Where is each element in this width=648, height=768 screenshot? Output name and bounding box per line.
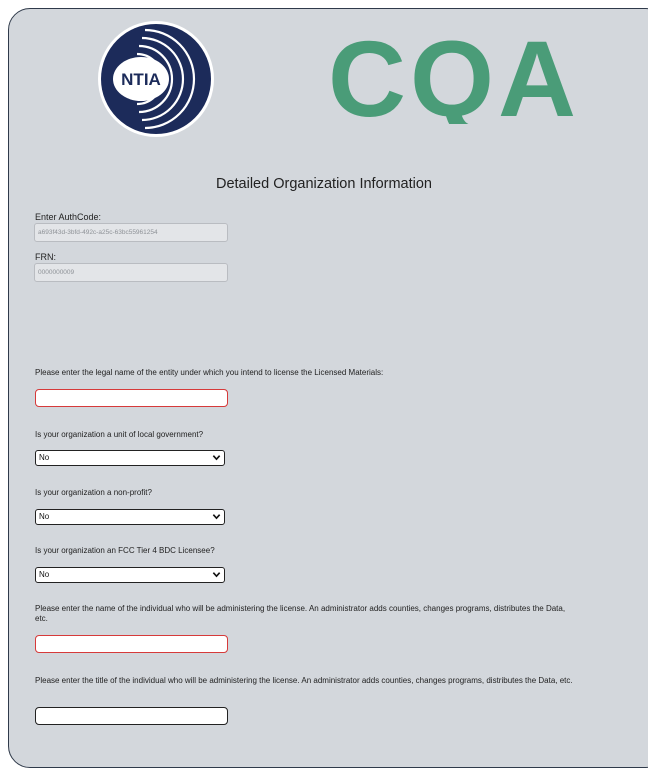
fcc-tier4-select[interactable]: No <box>35 567 225 583</box>
authcode-field[interactable]: a693f43d-3bfd-492c-a25c-63bc55961254 <box>34 223 228 242</box>
authcode-label: Enter AuthCode: <box>35 212 102 222</box>
svg-text:NTIA: NTIA <box>121 70 161 89</box>
page-title: Detailed Organization Information <box>215 176 432 192</box>
ntia-logo: NTIA <box>98 21 214 137</box>
fcc-tier4-value: No <box>39 570 50 579</box>
admin-name-input[interactable] <box>35 635 228 653</box>
chevron-down-icon <box>212 514 221 520</box>
local-gov-select[interactable]: No <box>35 450 225 466</box>
chevron-down-icon <box>212 455 221 461</box>
non-profit-value: No <box>39 512 50 521</box>
admin-title-question: Please enter the title of the individual… <box>35 676 573 685</box>
frn-label: FRN: <box>35 252 56 262</box>
chevron-down-icon <box>212 572 221 578</box>
non-profit-question: Is your organization a non-profit? <box>35 488 152 497</box>
local-gov-question: Is your organization a unit of local gov… <box>35 430 204 439</box>
admin-title-input[interactable] <box>35 707 228 725</box>
admin-name-question: Please enter the name of the individual … <box>35 604 566 623</box>
legal-name-input[interactable] <box>35 389 228 407</box>
non-profit-select[interactable]: No <box>35 509 225 525</box>
svg-text:CQA: CQA <box>328 24 578 124</box>
fcc-tier4-question: Is your organization an FCC Tier 4 BDC L… <box>35 546 215 555</box>
legal-name-question: Please enter the legal name of the entit… <box>35 368 384 377</box>
cqa-logo: CQA <box>328 24 578 124</box>
local-gov-value: No <box>39 453 50 462</box>
frn-field[interactable]: 0000000009 <box>34 263 228 282</box>
